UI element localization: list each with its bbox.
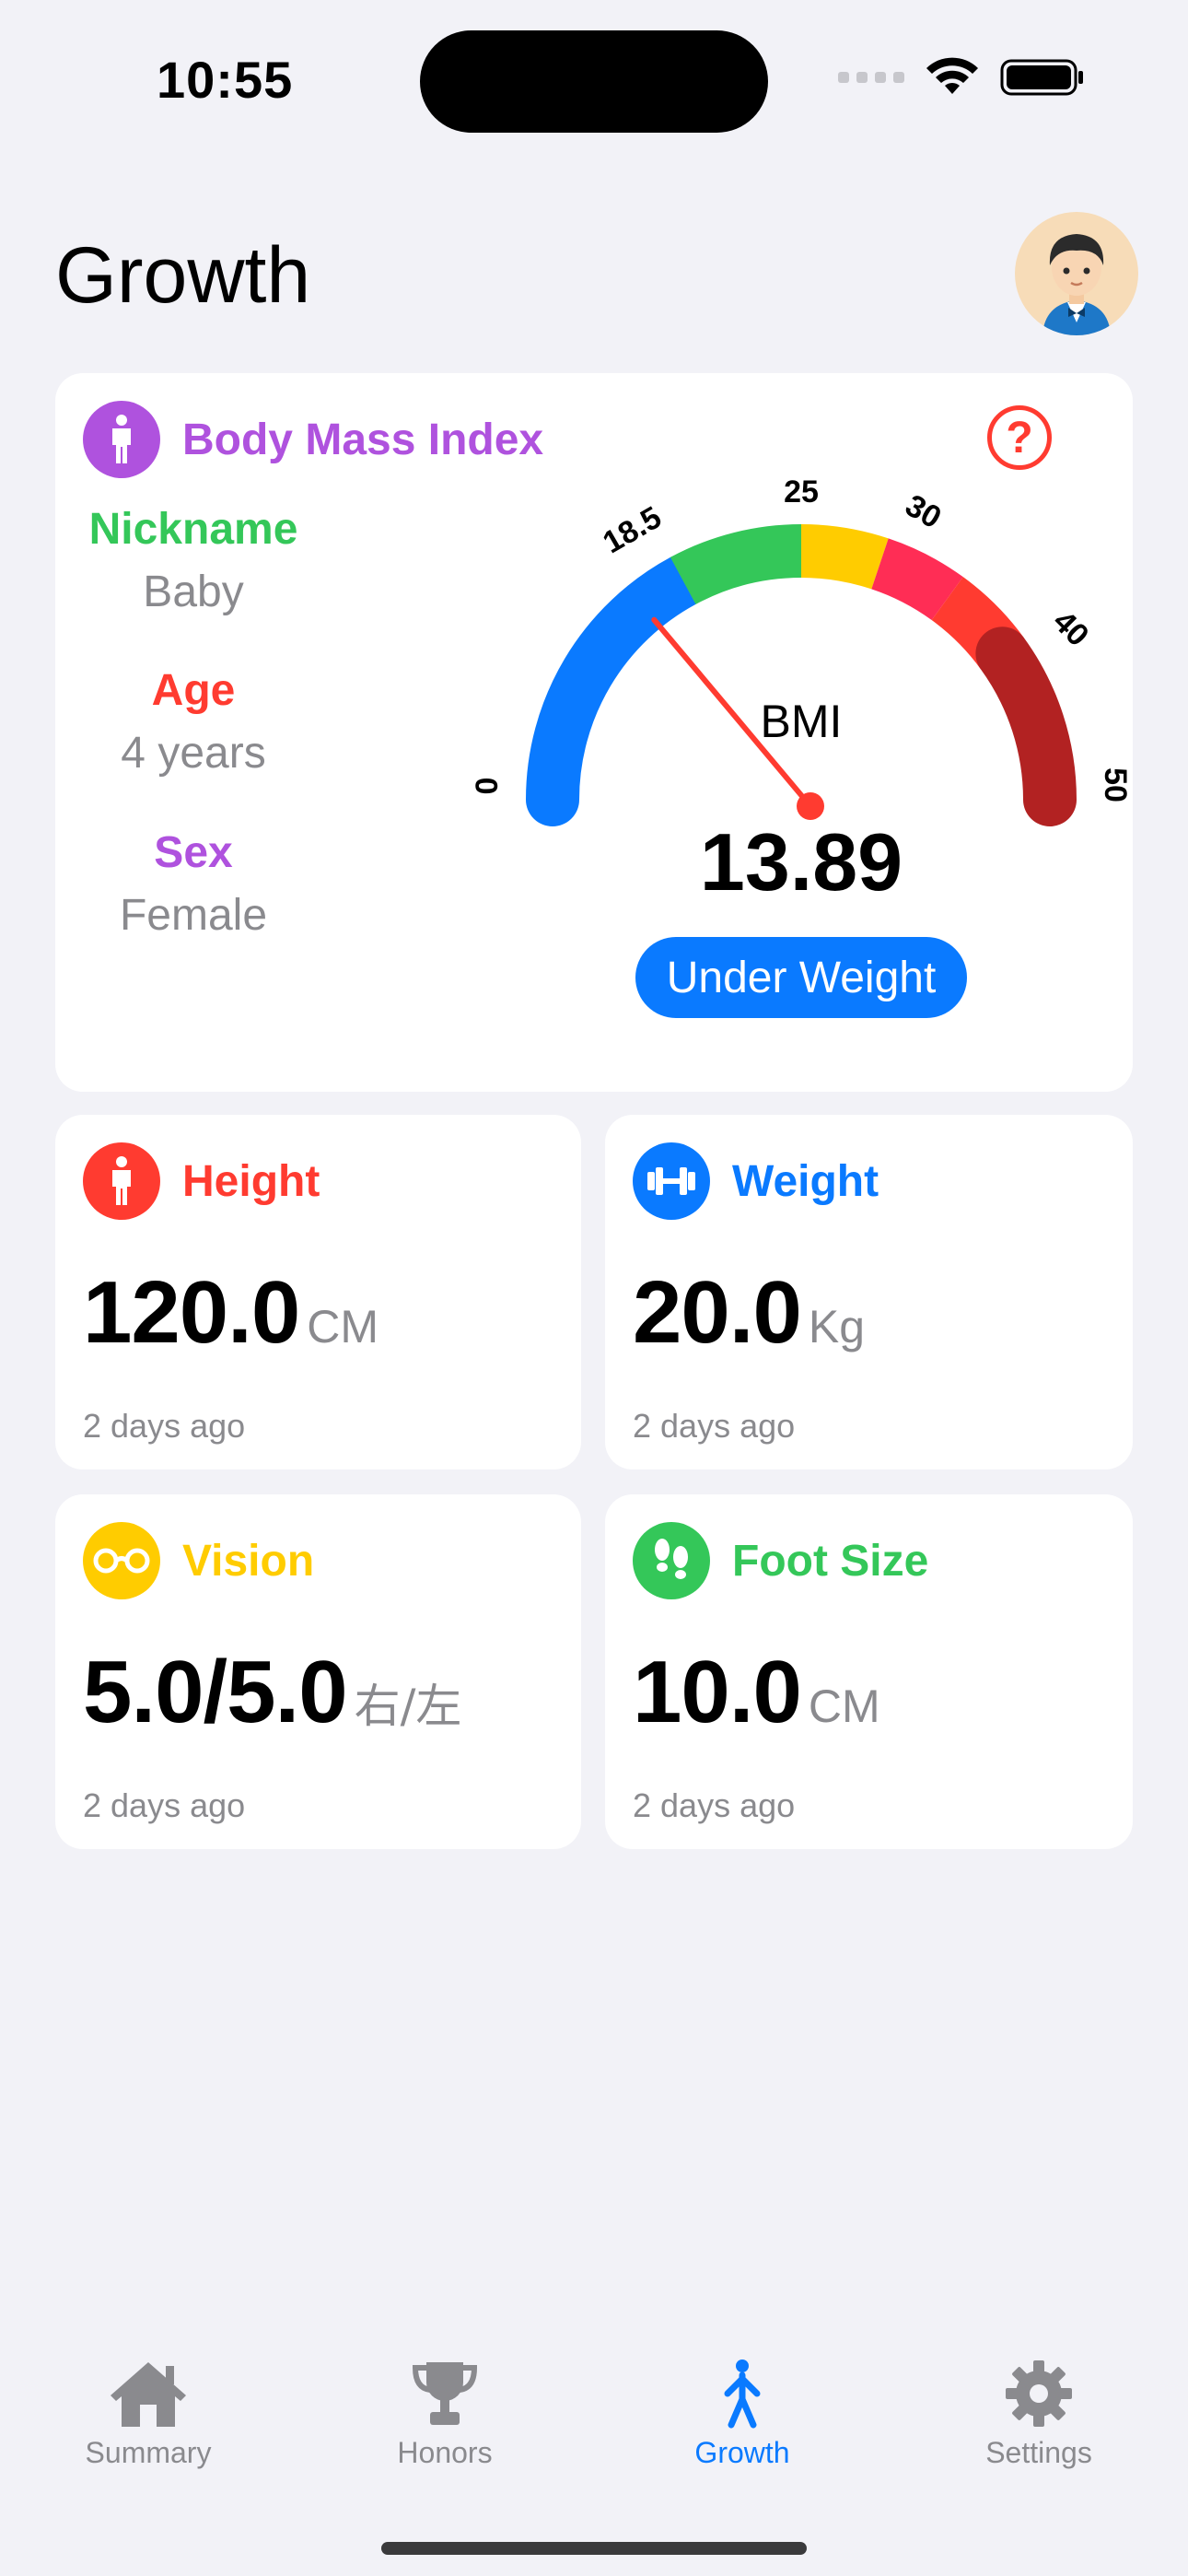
- vision-unit: 右/左: [354, 1680, 462, 1733]
- avatar-boy-icon: [1042, 234, 1111, 335]
- gauge-tick-label: 50: [1098, 767, 1133, 802]
- tab-summary[interactable]: Summary: [56, 2359, 240, 2470]
- foot-size-updated: 2 days ago: [633, 1786, 796, 1824]
- tab-label: Honors: [397, 2436, 493, 2469]
- footprints-icon: [633, 1522, 710, 1599]
- foot-size-number: 10.0: [633, 1643, 802, 1741]
- nickname-value: Baby: [143, 568, 244, 616]
- gauge-tick-label: 30: [900, 488, 948, 536]
- profile-avatar[interactable]: [1015, 212, 1138, 335]
- weight-value: 20.0 Kg: [633, 1262, 865, 1364]
- foot-size-title: Foot Size: [732, 1537, 929, 1586]
- gauge-segment-yellow: [800, 524, 889, 590]
- age-label: Age: [151, 666, 236, 715]
- cellular-signal-icon: [838, 72, 904, 83]
- tab-growth[interactable]: Growth: [650, 2359, 834, 2470]
- age-value: 4 years: [121, 729, 266, 778]
- tab-honors[interactable]: Honors: [353, 2359, 537, 2470]
- height-updated: 2 days ago: [83, 1407, 246, 1445]
- sex-value: Female: [119, 891, 268, 940]
- weight-title: Weight: [732, 1157, 879, 1206]
- gear-icon: [1006, 2360, 1072, 2427]
- tab-label: Settings: [985, 2436, 1092, 2469]
- tab-label: Summary: [85, 2436, 212, 2469]
- bmi-status-pill[interactable]: Under Weight: [635, 937, 967, 1018]
- tab-settings[interactable]: Settings: [947, 2359, 1131, 2470]
- height-value: 120.0 CM: [83, 1262, 379, 1364]
- trophy-icon: [412, 2362, 478, 2425]
- person-icon: [83, 1142, 160, 1220]
- gauge-tick-label: 40: [1046, 603, 1096, 653]
- bmi-card-title: Body Mass Index: [182, 416, 544, 464]
- gauge-segment-green: [670, 524, 802, 605]
- home-indicator: [381, 2542, 807, 2555]
- page-title: Growth: [55, 231, 311, 320]
- glasses-icon: [83, 1522, 160, 1599]
- house-icon: [111, 2362, 186, 2427]
- dynamic-island: [420, 30, 768, 133]
- gauge-label: BMI: [761, 696, 843, 747]
- gauge-tick-label: 0: [470, 778, 505, 795]
- vision-value: 5.0/5.0 右/左: [83, 1642, 461, 1743]
- sex-label: Sex: [154, 828, 233, 877]
- battery-icon: [1000, 59, 1083, 96]
- vision-number: 5.0/5.0: [83, 1643, 348, 1741]
- gauge-tick-label: 25: [784, 474, 819, 509]
- figure-walk-icon: [724, 2359, 761, 2429]
- height-title: Height: [182, 1157, 320, 1206]
- dumbbell-icon: [633, 1142, 710, 1220]
- person-icon: [83, 401, 160, 478]
- vision-updated: 2 days ago: [83, 1786, 246, 1824]
- gauge-segment-darkred: [975, 626, 1077, 826]
- gauge-tick-label: 18.5: [597, 499, 667, 560]
- growth-screen: 10:55 Growth Body Mass Index ? Nickname …: [0, 0, 1188, 2576]
- foot-size-unit: CM: [808, 1680, 880, 1732]
- vision-title: Vision: [182, 1537, 315, 1586]
- bmi-gauge: 0 18.5 25 30 40 50 BMI: [470, 474, 1133, 826]
- wifi-icon: [926, 57, 978, 94]
- gauge-segment-pink: [870, 538, 963, 621]
- weight-unit: Kg: [808, 1301, 866, 1352]
- height-unit: CM: [307, 1301, 379, 1352]
- gauge-segment-blue: [526, 554, 710, 826]
- weight-number: 20.0: [633, 1263, 802, 1362]
- nickname-label: Nickname: [88, 505, 298, 554]
- weight-updated: 2 days ago: [633, 1407, 796, 1445]
- tab-label: Growth: [694, 2436, 790, 2469]
- foot-size-value: 10.0 CM: [633, 1642, 880, 1743]
- height-number: 120.0: [83, 1263, 300, 1362]
- status-icons: [838, 57, 1085, 98]
- bmi-value: 13.89: [699, 816, 903, 907]
- status-time: 10:55: [157, 51, 294, 109]
